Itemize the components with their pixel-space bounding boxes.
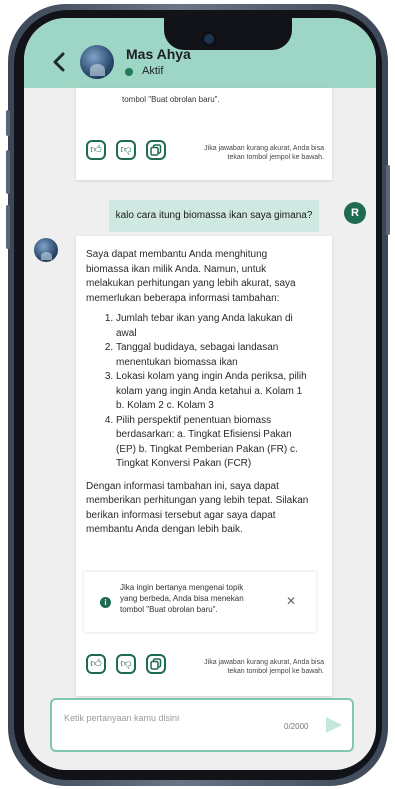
like-button[interactable]: 👍︎	[86, 140, 106, 160]
copy-button[interactable]	[146, 654, 166, 674]
feedback-hint-line2: tekan tombol jempol ke bawah.	[227, 154, 325, 161]
close-info-button[interactable]: ✕	[286, 594, 296, 608]
info-text: Jika ingin bertanya mengenai topik yang …	[120, 582, 280, 615]
like-button[interactable]: 👍︎	[86, 654, 106, 674]
contact-avatar[interactable]	[80, 45, 114, 79]
feedback-hint-line1: Jika jawaban kurang akurat, Anda bisa	[204, 659, 324, 666]
bot-message: Saya dapat membantu Anda menghitung biom…	[76, 236, 332, 696]
user-message-bubble: kalo cara itung biomassa ikan saya giman…	[109, 200, 319, 232]
copy-button[interactable]	[146, 140, 166, 160]
copy-icon	[150, 658, 162, 670]
copy-icon	[150, 144, 162, 156]
info-icon: i	[100, 597, 111, 608]
mute-switch	[6, 110, 10, 136]
feedback-hint: Jika jawaban kurang akurat, Anda bisa te…	[176, 144, 324, 162]
list-item: Jumlah tebar ikan yang Anda lakukan di a…	[116, 312, 312, 341]
prev-bot-message: tombol "Buat obrolan baru". 👍︎ 👎︎ Jika j…	[76, 88, 332, 180]
prev-info-text: tombol "Buat obrolan baru".	[122, 95, 220, 104]
volume-down-button	[6, 205, 10, 249]
power-button	[386, 165, 390, 235]
list-item: Lokasi kolam yang ingin Anda periksa, pi…	[116, 370, 312, 414]
notch	[164, 18, 292, 50]
char-counter: 0/2000	[284, 722, 309, 731]
new-chat-info-box: i Jika ingin bertanya mengenai topik yan…	[84, 572, 316, 632]
feedback-hint-line1: Jika jawaban kurang akurat, Anda bisa	[204, 145, 324, 152]
dislike-button[interactable]: 👎︎	[116, 140, 136, 160]
info-line3: tombol "Buat obrolan baru".	[120, 605, 218, 614]
info-line2: yang berbeda, Anda bisa menekan	[120, 594, 244, 603]
chevron-left-icon	[53, 52, 65, 72]
thumbs-up-icon: 👍︎	[90, 144, 102, 156]
feedback-hint-line2: tekan tombol jempol ke bawah.	[227, 668, 325, 675]
close-icon: ✕	[286, 594, 297, 608]
bot-outro: Dengan informasi tambahan ini, saya dapa…	[86, 480, 309, 536]
bot-intro: Saya dapat membantu Anda menghitung biom…	[86, 249, 296, 304]
info-list: Jumlah tebar ikan yang Anda lakukan di a…	[86, 312, 312, 472]
contact-status: Aktif	[142, 65, 164, 77]
phone-screen: Mas Ahya Aktif tombol "Buat obrolan baru…	[24, 18, 376, 770]
user-avatar[interactable]: R	[344, 202, 366, 224]
message-input[interactable]	[62, 710, 266, 726]
thumbs-down-icon: 👎︎	[120, 144, 132, 156]
thumbs-down-icon: 👎︎	[120, 658, 132, 670]
send-button[interactable]	[326, 717, 342, 733]
list-item: Pilih perspektif penentuan biomass berda…	[116, 414, 312, 472]
list-item: Tanggal budidaya, sebagai landasan menen…	[116, 341, 312, 370]
bot-message-body: Saya dapat membantu Anda menghitung biom…	[86, 248, 312, 538]
camera	[202, 32, 216, 46]
info-line1: Jika ingin bertanya mengenai topik	[120, 583, 244, 592]
volume-up-button	[6, 150, 10, 194]
message-composer: 0/2000	[50, 698, 354, 752]
feedback-hint: Jika jawaban kurang akurat, Anda bisa te…	[176, 658, 324, 676]
dislike-button[interactable]: 👎︎	[116, 654, 136, 674]
online-status-dot	[125, 68, 133, 76]
thumbs-up-icon: 👍︎	[90, 658, 102, 670]
back-button[interactable]	[52, 52, 66, 73]
bot-avatar	[34, 238, 58, 262]
